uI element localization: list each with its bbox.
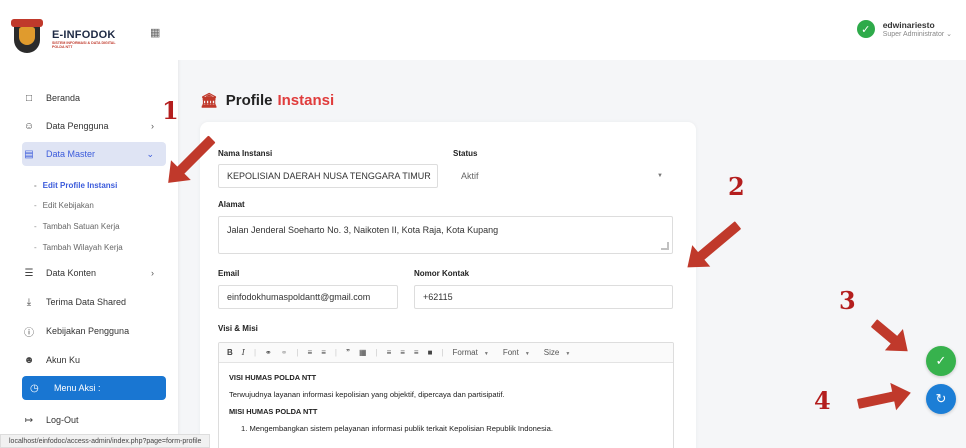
visi-misi-label: Visi & Misi	[218, 324, 258, 333]
sidebar-item-terima-data-shared[interactable]: ⤓ Terima Data Shared	[22, 290, 172, 314]
check-icon: ✓	[856, 20, 875, 38]
download-icon: ⤓	[26, 296, 32, 308]
help-icon: ⓘ	[24, 327, 34, 339]
nama-instansi-input[interactable]: KEPOLISIAN DAERAH NUSA TENGGARA TIMUR	[218, 164, 438, 188]
table-icon[interactable]: ▦	[359, 348, 367, 357]
menu-aksi-header: ◷ Menu Aksi :	[22, 376, 166, 400]
check-icon: ✓	[935, 353, 947, 368]
status-select[interactable]: Aktif ▼	[453, 164, 673, 188]
misi-heading: MISI HUMAS POLDA NTT	[229, 407, 318, 416]
visi-misi-editor[interactable]: B I | ⚭ ⚭ | ≡ ≡ | ” ▦ | ≡ ≡ ≡ ■ | Format…	[218, 342, 674, 448]
bullet-list-icon[interactable]: ≡	[321, 348, 326, 357]
alamat-textarea[interactable]: Jalan Jenderal Soeharto No. 3, Naikoten …	[218, 216, 673, 254]
editor-toolbar: B I | ⚭ ⚭ | ≡ ≡ | ” ▦ | ≡ ≡ ≡ ■ | Format…	[219, 343, 673, 363]
chevron-right-icon: ›	[151, 268, 154, 278]
visi-heading: VISI HUMAS POLDA NTT	[229, 373, 317, 382]
logout-icon: ↦	[24, 414, 34, 426]
chevron-down-icon: ⌄	[146, 148, 154, 159]
annotation-arrow-3	[870, 319, 901, 347]
nomor-kontak-input[interactable]: +62115	[414, 285, 673, 309]
size-dropdown[interactable]: Size ▼	[544, 348, 571, 357]
numbered-list-icon[interactable]: ≡	[308, 348, 313, 357]
annotation-number-2: 2	[728, 172, 745, 201]
brand-logo[interactable]: E-INFODOK SISTEM INFORMASI & DATA DIGITA…	[11, 14, 172, 64]
sidebar: E-INFODOK SISTEM INFORMASI & DATA DIGITA…	[0, 0, 178, 448]
home-icon: □	[25, 92, 33, 104]
sidebar-item-data-pengguna[interactable]: ☺ Data Pengguna ›	[22, 114, 172, 138]
status-bar-url: localhost/einfodoc/access-admin/index.ph…	[0, 434, 211, 448]
nama-instansi-label: Nama Instansi	[218, 149, 273, 158]
visi-text: Terwujudnya layanan informasi kepolisian…	[229, 390, 505, 399]
bold-icon[interactable]: B	[227, 348, 233, 357]
layers-icon: ☰	[24, 267, 34, 279]
top-header: ✓ edwinariesto Super Administrator ⌄	[178, 0, 966, 60]
italic-icon[interactable]: I	[242, 348, 245, 357]
align-center-icon[interactable]: ≡	[400, 348, 405, 357]
sidebar-item-log-out[interactable]: ↦ Log-Out	[22, 408, 172, 432]
annotation-arrow-2	[694, 221, 742, 263]
resize-handle-icon[interactable]	[661, 242, 669, 250]
user-menu[interactable]: ✓ edwinariesto Super Administrator ⌄	[856, 20, 952, 38]
nomor-kontak-label: Nomor Kontak	[414, 269, 470, 278]
refresh-icon: ↻	[935, 391, 947, 406]
annotation-arrow-4	[856, 390, 899, 409]
unlink-icon[interactable]: ⚭	[281, 348, 288, 357]
email-input[interactable]: einfodokhumaspoldantt@gmail.com	[218, 285, 398, 309]
user-icon: ☻	[23, 354, 35, 366]
sidebar-subitem-edit-profile-instansi[interactable]: - Edit Profile Instansi	[34, 181, 117, 190]
sidebar-subitem-tambah-wilayah-kerja[interactable]: - Tambah Wilayah Kerja	[34, 243, 123, 252]
annotation-number-1: 1	[162, 96, 179, 125]
chevron-down-icon: ▼	[657, 173, 663, 179]
sidebar-subitem-edit-kebijakan[interactable]: - Edit Kebijakan	[34, 201, 94, 210]
quote-icon[interactable]: ”	[346, 348, 350, 357]
sidebar-item-data-konten[interactable]: ☰ Data Konten ›	[22, 261, 172, 285]
database-icon: ▤	[24, 148, 34, 160]
font-dropdown[interactable]: Font ▼	[503, 348, 530, 357]
sidebar-item-beranda[interactable]: □ Beranda	[22, 86, 172, 110]
sidebar-subitem-tambah-satuan-kerja[interactable]: - Tambah Satuan Kerja	[34, 222, 120, 231]
grid-icon[interactable]: ▦	[150, 26, 160, 39]
users-icon: ☺	[23, 120, 35, 132]
annotation-number-3: 3	[839, 286, 856, 315]
sidebar-item-data-master[interactable]: ▤ Data Master ⌄	[22, 142, 166, 166]
user-name: edwinariesto	[882, 20, 935, 30]
reset-button[interactable]: ↻	[926, 384, 956, 414]
profile-form-card: Nama Instansi KEPOLISIAN DAERAH NUSA TEN…	[200, 122, 696, 448]
police-badge-icon	[11, 19, 43, 57]
institution-icon: 🏛	[200, 92, 218, 108]
align-right-icon[interactable]: ≡	[414, 348, 419, 357]
sidebar-item-kebijakan-pengguna[interactable]: ⓘ Kebijakan Pengguna	[22, 319, 172, 343]
status-label: Status	[453, 149, 478, 158]
email-label: Email	[218, 269, 240, 278]
user-role: Super Administrator ⌄	[882, 31, 952, 38]
misi-item: 1. Mengembangkan sistem pelayanan inform…	[241, 424, 553, 433]
link-icon[interactable]: ⚭	[265, 348, 272, 357]
format-dropdown[interactable]: Format ▼	[453, 348, 489, 357]
save-button[interactable]: ✓	[926, 346, 956, 376]
editor-content[interactable]: VISI HUMAS POLDA NTT Terwujudnya layanan…	[219, 363, 673, 433]
chevron-right-icon: ›	[151, 121, 154, 131]
annotation-number-4: 4	[814, 386, 831, 415]
align-left-icon[interactable]: ≡	[387, 348, 392, 357]
align-justify-icon[interactable]: ■	[428, 348, 433, 357]
clock-icon: ◷	[30, 382, 39, 394]
page-title: 🏛 Profile Instansi	[200, 92, 335, 109]
sidebar-item-akun-ku[interactable]: ☻ Akun Ku	[22, 348, 172, 372]
brand-subtitle: SISTEM INFORMASI & DATA DIGITAL POLDA NT…	[52, 41, 116, 49]
brand-title: E-INFODOK	[52, 29, 116, 41]
alamat-label: Alamat	[218, 200, 245, 209]
